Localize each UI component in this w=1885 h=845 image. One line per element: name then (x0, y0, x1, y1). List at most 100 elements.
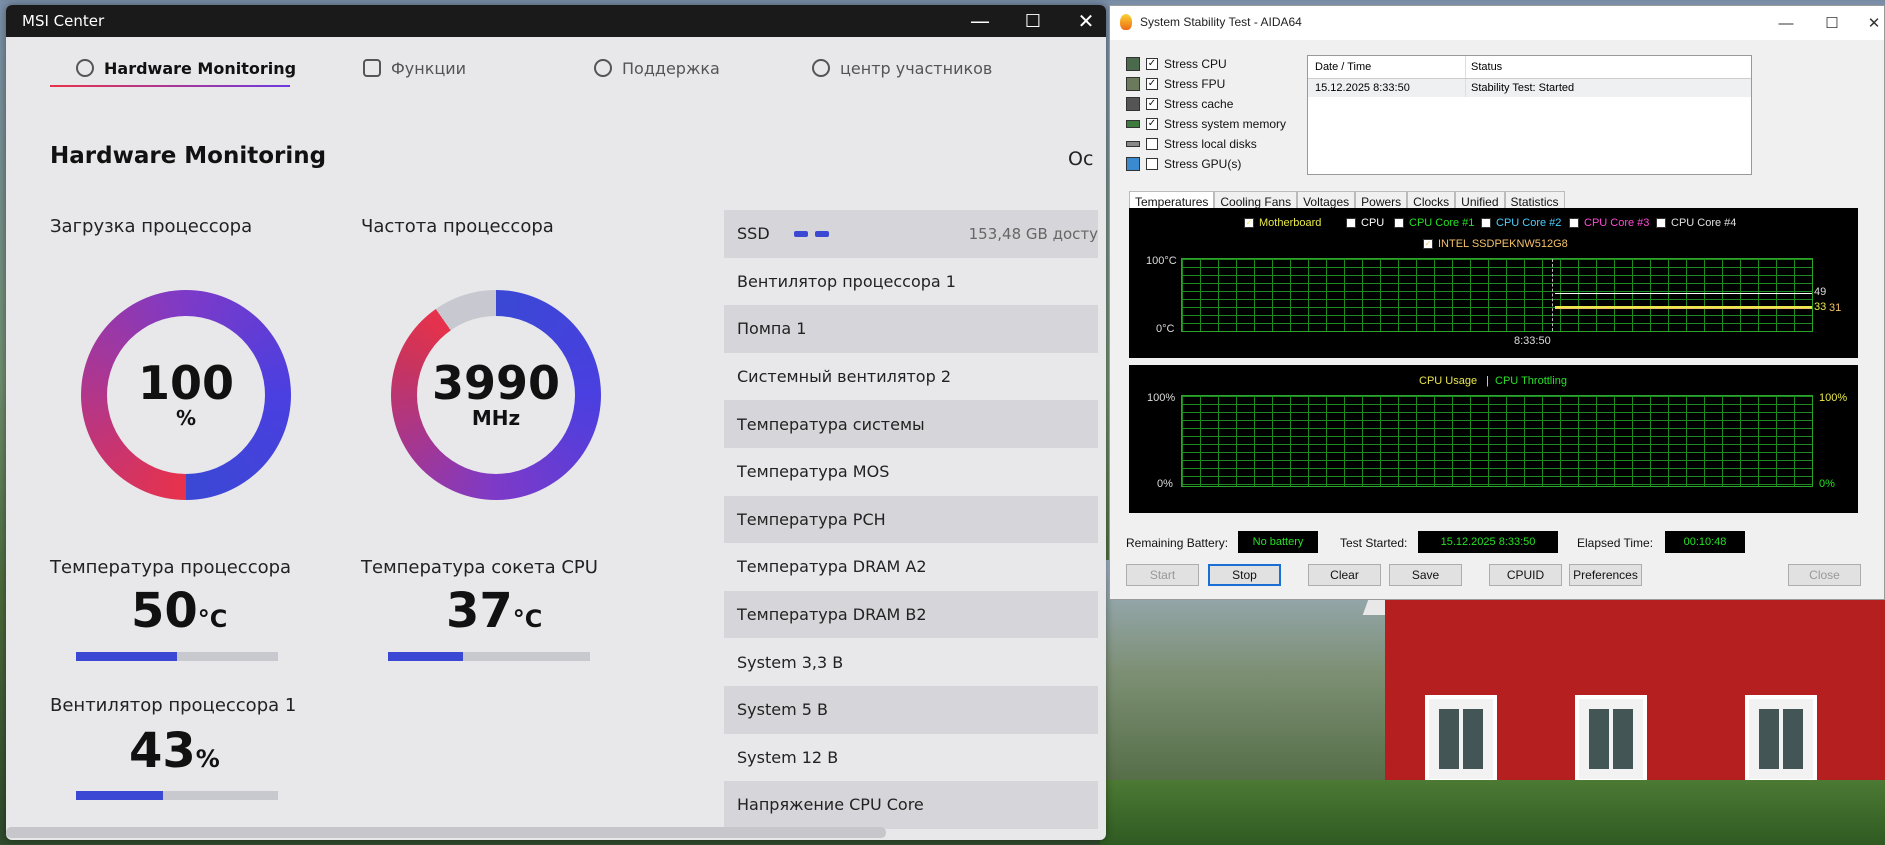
stress-fpu-option[interactable]: ✓ Stress FPU (1126, 74, 1286, 94)
sensor-label: Помпа 1 (737, 319, 807, 339)
usage-y-bottom: 0% (1157, 478, 1173, 490)
legend-checkbox[interactable]: ✓ (1423, 239, 1433, 249)
legend-checkbox[interactable] (1481, 218, 1491, 228)
close-button[interactable]: ✕ (1852, 6, 1885, 40)
throttle-y-bottom: 0% (1819, 478, 1835, 490)
legend-label: CPU (1361, 217, 1385, 229)
sensor-row[interactable]: Температура DRAM A2 (724, 543, 1098, 591)
horizontal-scrollbar[interactable] (6, 827, 886, 838)
sensor-row[interactable]: Температура MOS (724, 448, 1098, 496)
save-button[interactable]: Save (1389, 564, 1462, 586)
msi-tab-bar: Hardware Monitoring Функции Поддержка це… (6, 37, 1106, 99)
stress-cpu-option[interactable]: ✓ Stress CPU (1126, 54, 1286, 74)
start-button[interactable]: Start (1126, 564, 1199, 586)
minimize-button[interactable]: — (956, 5, 1004, 37)
tab-member-center[interactable]: центр участников (812, 51, 992, 85)
legend-checkbox[interactable] (1656, 218, 1666, 228)
log-row[interactable]: 15.12.2025 8:33:50 Stability Test: Start… (1308, 79, 1751, 97)
maximize-button[interactable]: ☐ (1810, 6, 1854, 40)
cpu-temp-bar (76, 652, 278, 661)
legend-cpu-core-4[interactable]: CPU Core #4 (1656, 217, 1736, 229)
stress-fpu-checkbox[interactable]: ✓ (1146, 78, 1158, 90)
cpu-temp-value: 50 (131, 583, 198, 639)
sensor-row[interactable]: Помпа 1 (724, 305, 1098, 353)
sensor-label: Темпepатура PCH (737, 509, 886, 529)
tab-hardware-monitoring[interactable]: Hardware Monitoring (76, 51, 296, 85)
close-dialog-button[interactable]: Close (1788, 564, 1861, 586)
sensor-row[interactable]: Температура системы (724, 400, 1098, 448)
clipped-label: Ос (1068, 148, 1094, 170)
ssd-temp-line (1555, 308, 1812, 309)
legend-checkbox[interactable] (1394, 218, 1404, 228)
log-col-status: Status (1471, 61, 1503, 73)
cpuid-button[interactable]: CPUID (1489, 564, 1562, 586)
stress-cache-label: Stress cache (1164, 97, 1234, 111)
sensor-row[interactable]: Темпepатура PCH (724, 495, 1098, 544)
sensor-label: Системный вентилятор 2 (737, 367, 952, 387)
stress-options: ✓ Stress CPU ✓ Stress FPU ✓ Stress cache… (1126, 54, 1286, 174)
stress-disks-option[interactable]: Stress local disks (1126, 134, 1286, 154)
stress-cache-option[interactable]: ✓ Stress cache (1126, 94, 1286, 114)
throttle-y-top: 100% (1819, 392, 1848, 404)
sensor-row[interactable]: System 12 В (724, 734, 1098, 782)
minimize-button[interactable]: — (1764, 6, 1808, 40)
stress-disks-checkbox[interactable] (1146, 138, 1158, 150)
active-tab-underline (50, 85, 290, 87)
stress-cache-checkbox[interactable]: ✓ (1146, 98, 1158, 110)
x-axis-time: 8:33:50 (1514, 335, 1551, 347)
stress-cpu-checkbox[interactable]: ✓ (1146, 58, 1158, 70)
elapsed-label: Elapsed Time: (1577, 536, 1654, 550)
socket-temp-value: 37 (446, 583, 513, 639)
socket-temp-label: Температура сокета CPU (361, 557, 598, 578)
legend-checkbox[interactable]: ✓ (1244, 218, 1254, 228)
sensor-row[interactable]: Системный вентилятор 2 (724, 353, 1098, 401)
sensor-row[interactable]: Температура DRAM B2 (724, 590, 1098, 639)
legend-cpu-core-3[interactable]: CPU Core #3 (1569, 217, 1649, 229)
cpu-freq-unit: MHz (471, 406, 521, 430)
stress-memory-option[interactable]: ✓ Stress system memory (1126, 114, 1286, 134)
tab-support[interactable]: Поддержка (594, 51, 720, 85)
sensor-row[interactable]: System 5 В (724, 685, 1098, 734)
legend-cpu-core-1[interactable]: CPU Core #1 (1394, 217, 1474, 229)
battery-value: No battery (1238, 531, 1318, 553)
cpu-freq-label: Частота процессора (361, 216, 554, 237)
legend-cpu[interactable]: ✓ CPU (1346, 217, 1384, 229)
legend-motherboard[interactable]: ✓ Motherboard (1244, 217, 1321, 229)
close-button[interactable]: ✕ (1062, 5, 1106, 37)
aida64-flame-icon (1120, 14, 1132, 30)
y-axis-bottom: 0°C (1156, 323, 1175, 335)
legend-cpu-core-2[interactable]: CPU Core #2 (1481, 217, 1561, 229)
sensor-label: Температура системы (737, 414, 925, 434)
legend-label: CPU Core #3 (1584, 217, 1650, 229)
stress-gpu-checkbox[interactable] (1146, 158, 1158, 170)
cpu-usage-title: CPU Usage (1419, 375, 1478, 387)
sensor-row-ssd[interactable]: SSD 153,48 GB досту (724, 210, 1098, 258)
wallpaper-window (1745, 695, 1817, 783)
test-started-value: 15.12.2025 8:33:50 (1418, 531, 1558, 553)
stress-gpu-option[interactable]: Stress GPU(s) (1126, 154, 1286, 174)
tab-functions[interactable]: Функции (363, 51, 466, 85)
sensor-row[interactable]: Вентилятор процессора 1 (724, 258, 1098, 306)
maximize-button[interactable]: ☐ (1009, 5, 1057, 37)
sensor-label: System 5 В (737, 700, 828, 720)
wallpaper-window (1575, 695, 1647, 783)
legend-checkbox[interactable]: ✓ (1346, 218, 1356, 228)
cpu-throttling-title: CPU Throttling (1495, 375, 1567, 387)
socket-temp-unit: °C (512, 605, 543, 633)
legend-ssd[interactable]: ✓ INTEL SSDPEKNW512G8 (1423, 238, 1568, 250)
wallpaper-window (1425, 695, 1497, 783)
cpu-load-gauge: 100 % (81, 290, 291, 500)
msi-titlebar: MSI Center — ☐ ✕ (6, 5, 1106, 37)
y-axis-top: 100°C (1146, 255, 1177, 267)
stop-button[interactable]: Stop (1208, 564, 1281, 586)
stress-memory-checkbox[interactable]: ✓ (1146, 118, 1158, 130)
preferences-button[interactable]: Preferences (1569, 564, 1642, 586)
test-start-marker (1552, 259, 1553, 331)
aida64-window: System Stability Test - AIDA64 — ☐ ✕ ✓ S… (1109, 5, 1885, 600)
sensor-row[interactable]: Напряжение CPU Core (724, 781, 1098, 829)
clear-button[interactable]: Clear (1308, 564, 1381, 586)
sensor-row[interactable]: System 3,3 В (724, 638, 1098, 686)
gauge-center: 100 % (107, 316, 265, 474)
ssd-free-space: 153,48 GB досту (968, 224, 1098, 243)
legend-checkbox[interactable] (1569, 218, 1579, 228)
